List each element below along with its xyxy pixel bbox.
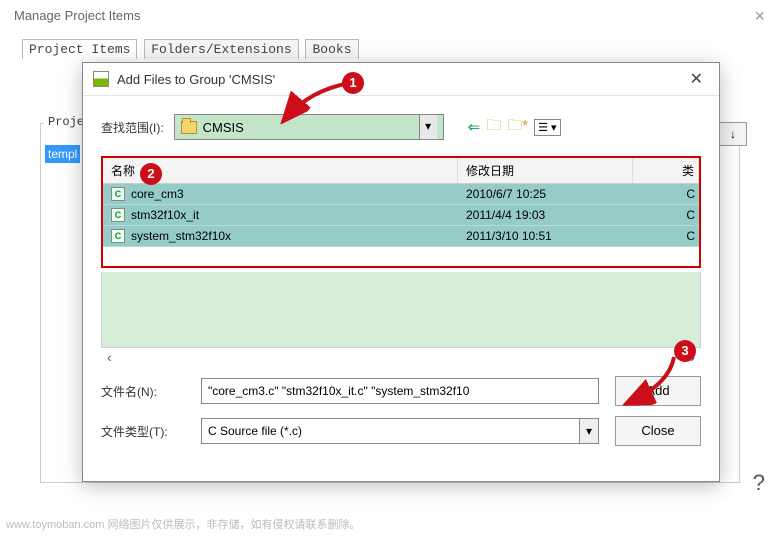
filename-label: 文件名(N): xyxy=(101,383,185,400)
dialog-title: Add Files to Group 'CMSIS' xyxy=(117,72,684,87)
col-name-label: 名称 xyxy=(111,162,135,179)
c-file-icon: C xyxy=(111,187,125,201)
footer-watermark: www.toymoban.com 网络图片仅供展示，非存储，如有侵权请联系删除。 xyxy=(6,516,360,532)
tab-project-items[interactable]: Project Items xyxy=(22,39,137,59)
file-row[interactable]: Ccore_cm3 2010/6/7 10:25 C xyxy=(103,184,699,205)
file-type: C xyxy=(633,226,699,246)
annotation-badge-2: 2 xyxy=(140,163,162,185)
file-date: 2010/6/7 10:25 xyxy=(458,184,633,204)
nav-icons: ⇐ 🗀 🗀* ☰ ▾ xyxy=(468,115,561,140)
close-button[interactable]: Close xyxy=(615,416,701,446)
dialog-close-button[interactable]: ✕ xyxy=(684,69,709,89)
lookup-label: 查找范围(I): xyxy=(101,119,164,136)
outer-close-icon[interactable]: × xyxy=(754,6,765,27)
project-item-template[interactable]: templ xyxy=(45,145,80,163)
tab-folders-extensions[interactable]: Folders/Extensions xyxy=(144,39,298,59)
folder-dropdown-arrow[interactable]: ▾ xyxy=(419,115,437,139)
help-icon[interactable]: ? xyxy=(753,470,765,496)
annotation-arrow-3 xyxy=(614,354,684,409)
annotation-badge-1: 1 xyxy=(342,72,364,94)
file-list-header: 名称 修改日期 类 xyxy=(103,158,699,184)
lookup-row: 查找范围(I): CMSIS ▾ ⇐ 🗀 🗀* ☰ ▾ xyxy=(83,96,719,150)
file-type: C xyxy=(633,205,699,225)
outer-window-title: Manage Project Items xyxy=(0,0,775,27)
annotation-badge-3: 3 xyxy=(674,340,696,362)
file-type: C xyxy=(633,184,699,204)
col-type[interactable]: 类 xyxy=(633,158,699,183)
file-name: core_cm3 xyxy=(131,187,184,201)
c-file-icon: C xyxy=(111,229,125,243)
folder-icon xyxy=(181,121,197,134)
up-folder-icon[interactable]: 🗀 xyxy=(486,115,501,140)
filetype-label: 文件类型(T): xyxy=(101,423,185,440)
filetype-value: C Source file (*.c) xyxy=(208,419,302,443)
dialog-app-icon xyxy=(93,71,109,87)
filename-input[interactable]: "core_cm3.c" "stm32f10x_it.c" "system_st… xyxy=(201,378,599,404)
scroll-left-icon[interactable]: ‹ xyxy=(101,349,118,365)
filetype-dropdown-arrow[interactable]: ▾ xyxy=(579,419,598,443)
filetype-select[interactable]: C Source file (*.c) ▾ xyxy=(201,418,599,444)
col-date[interactable]: 修改日期 xyxy=(458,158,633,183)
dialog-titlebar: Add Files to Group 'CMSIS' ✕ xyxy=(83,63,719,96)
tab-books[interactable]: Books xyxy=(305,39,358,59)
file-row[interactable]: Cstm32f10x_it 2011/4/4 19:03 C xyxy=(103,205,699,226)
back-icon[interactable]: ⇐ xyxy=(468,118,481,136)
file-date: 2011/4/4 19:03 xyxy=(458,205,633,225)
new-folder-icon[interactable]: 🗀* xyxy=(507,115,528,140)
file-name: stm32f10x_it xyxy=(131,208,199,222)
file-list: 名称 修改日期 类 Ccore_cm3 2010/6/7 10:25 C Cst… xyxy=(101,156,701,268)
scroll-track[interactable] xyxy=(118,356,685,358)
outer-tabs: Project Items Folders/Extensions Books xyxy=(22,39,775,59)
add-files-dialog: Add Files to Group 'CMSIS' ✕ 查找范围(I): CM… xyxy=(82,62,720,482)
filetype-row: 文件类型(T): C Source file (*.c) ▾ Close xyxy=(83,406,719,446)
c-file-icon: C xyxy=(111,208,125,222)
file-date: 2011/3/10 10:51 xyxy=(458,226,633,246)
file-list-blank xyxy=(101,272,701,348)
file-name: system_stm32f10x xyxy=(131,229,231,243)
file-row[interactable]: Csystem_stm32f10x 2011/3/10 10:51 C xyxy=(103,226,699,247)
hscrollbar[interactable]: ‹ › xyxy=(101,348,701,366)
move-down-button[interactable]: ↓ xyxy=(719,122,747,146)
view-menu-button[interactable]: ☰ ▾ xyxy=(534,119,560,136)
